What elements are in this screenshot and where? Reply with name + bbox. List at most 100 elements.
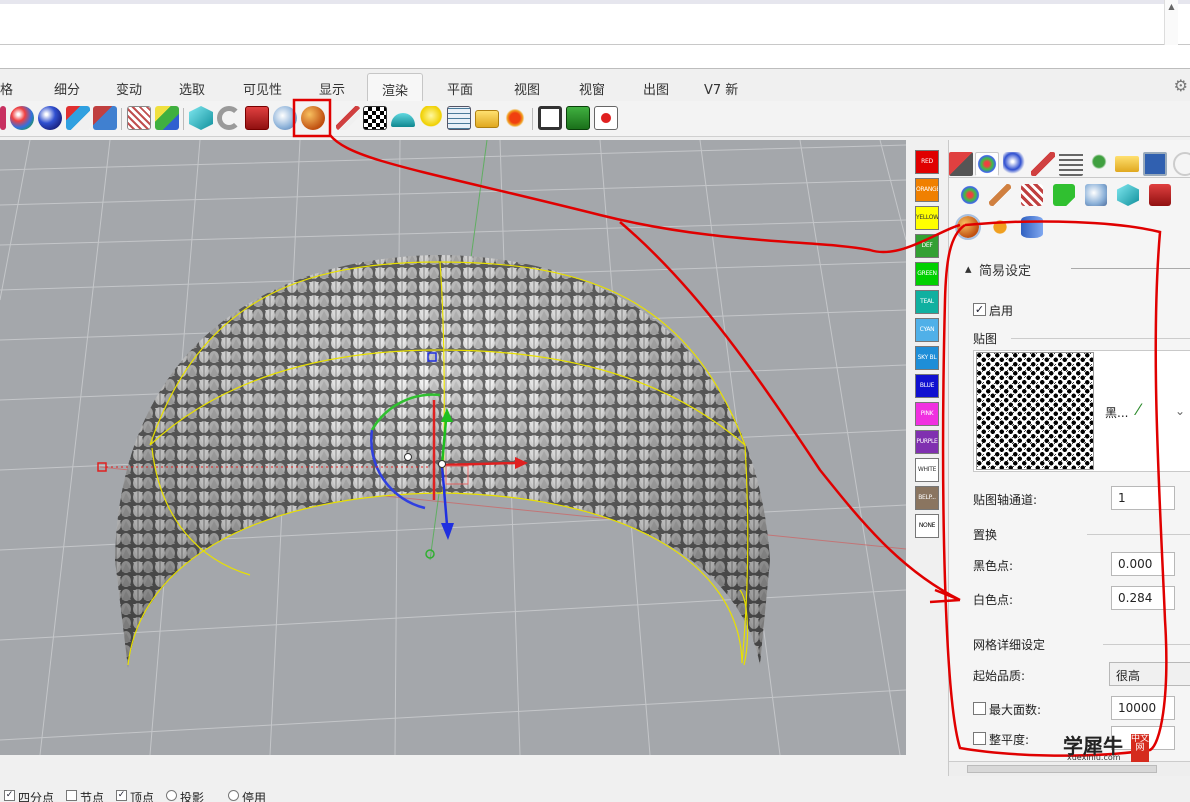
red-box-icon[interactable] (245, 106, 269, 130)
glass-icon[interactable] (273, 106, 297, 130)
displacement-icon[interactable] (955, 214, 981, 240)
smoothness-checkbox[interactable] (973, 732, 986, 745)
vertex-label: 顶点 (130, 791, 155, 802)
swatch-white[interactable]: WHITE (915, 458, 939, 482)
mesh-detail-label: 网格详细设定 (973, 638, 1046, 652)
swatch-orange[interactable]: ORANGE (915, 178, 939, 202)
fur-icon[interactable] (989, 216, 1011, 238)
gumball-center-icon[interactable] (438, 460, 446, 468)
swatch-belp[interactable]: BELP... (915, 486, 939, 510)
perspective-viewport[interactable] (0, 140, 906, 755)
swatch-yellow[interactable]: YELLOW (915, 206, 939, 230)
material-sphere-icon[interactable] (10, 106, 34, 130)
swatch-green[interactable]: GREEN (915, 262, 939, 286)
disable-radio[interactable] (228, 790, 239, 801)
folder-icon[interactable] (475, 110, 499, 128)
tab-viewport[interactable]: 视窗 (579, 79, 605, 101)
rhino-window: ▲ 格 细分 变动 选取 可见性 显示 渲染 平面 视图 视窗 出图 V7 新 … (0, 0, 1190, 802)
sun-icon[interactable] (503, 106, 527, 130)
tab-view[interactable]: 视图 (514, 79, 540, 101)
list-tab-icon[interactable] (1059, 152, 1083, 176)
textures-tab-icon[interactable] (1031, 152, 1055, 176)
glass-material-icon[interactable] (1085, 184, 1107, 206)
vertex-checkbox[interactable]: ✓ (116, 790, 127, 801)
texture-thumbnail[interactable] (976, 352, 1094, 470)
color-wheel-icon[interactable] (959, 184, 981, 206)
swatch-pink[interactable]: PINK (915, 402, 939, 426)
film-icon[interactable] (538, 106, 562, 130)
swatch-default[interactable]: DEF (915, 234, 939, 258)
color-cube-icon[interactable] (155, 106, 179, 130)
teal-cube-material-icon[interactable] (1117, 184, 1139, 206)
render-settings-icon[interactable] (93, 106, 117, 130)
swatch-cyan[interactable]: CYAN (915, 318, 939, 342)
gear-icon[interactable]: ⚙ (1174, 76, 1188, 95)
quad-checkbox[interactable]: ✓ (4, 790, 15, 801)
light-bulb-icon[interactable] (419, 106, 443, 130)
files-tab-icon[interactable] (1115, 156, 1139, 172)
help-tab-icon[interactable] (1143, 152, 1167, 176)
camera-target-icon[interactable] (127, 106, 151, 130)
max-faces-field[interactable]: 10000 (1111, 696, 1175, 720)
environment-tab-icon[interactable] (1003, 152, 1027, 176)
project-radio[interactable] (166, 790, 177, 801)
tab-v7-new[interactable]: V7 新 (704, 79, 738, 101)
pattern-icon[interactable] (1021, 184, 1043, 206)
red-box-material-icon[interactable] (1149, 184, 1171, 206)
render-preview-icon[interactable] (66, 106, 90, 130)
move-z-arrowhead-icon[interactable] (441, 523, 454, 540)
table-grid-icon[interactable] (447, 106, 471, 130)
swatch-blue[interactable]: BLUE (915, 374, 939, 398)
materials-tab-icon[interactable] (975, 152, 999, 176)
toolbar-separator (121, 108, 122, 130)
render-sphere-icon[interactable] (38, 106, 62, 130)
enable-checkbox[interactable]: ✓ (973, 303, 986, 316)
tab-select[interactable]: 选取 (179, 79, 205, 101)
scroll-up-icon[interactable]: ▲ (1165, 0, 1178, 14)
watermark-url: xuexiniu.com (1067, 753, 1121, 762)
sticky-note-icon[interactable] (1053, 184, 1075, 206)
tab-layout[interactable]: 出图 (643, 79, 669, 101)
displacement-label: 置换 (973, 528, 998, 542)
displacement-ball-icon[interactable] (301, 106, 325, 130)
mapping-channel-field[interactable]: 1 (1111, 486, 1175, 510)
swatch-none[interactable]: NONE (915, 514, 939, 538)
scrollbar-thumb[interactable] (967, 765, 1157, 773)
black-point-field[interactable]: 0.000 (1111, 552, 1175, 576)
command-line-input[interactable] (0, 45, 1190, 69)
layers-tab-icon[interactable] (949, 152, 973, 176)
tab-display[interactable]: 显示 (319, 79, 345, 101)
record-icon[interactable] (594, 106, 618, 130)
edit-pencil-icon[interactable]: ⁄ (1137, 400, 1140, 419)
knot-checkbox[interactable] (66, 790, 77, 801)
cylinder-icon[interactable] (1021, 216, 1043, 238)
tool-partial-icon[interactable] (0, 106, 6, 130)
dome-icon[interactable] (391, 113, 415, 127)
section-toggle-icon[interactable]: ▴ (965, 262, 972, 277)
tab-visibility[interactable]: 可见性 (243, 79, 282, 101)
swatch-purple[interactable]: PURPLE (915, 430, 939, 454)
max-faces-checkbox[interactable] (973, 702, 986, 715)
white-point-field[interactable]: 0.284 (1111, 586, 1175, 610)
swatch-sky-blue[interactable]: SKY BL (915, 346, 939, 370)
panel-gear-icon[interactable] (1173, 152, 1190, 176)
tab-plane[interactable]: 平面 (447, 79, 473, 101)
swatch-red[interactable]: RED (915, 150, 939, 174)
teal-cube-icon[interactable] (189, 106, 213, 130)
disable-label: 停用 (242, 791, 267, 802)
texture-dropdown-chevron-icon[interactable]: ⌄ (1175, 404, 1185, 418)
gumball-scale-point-icon[interactable] (404, 453, 412, 461)
start-quality-select[interactable]: 很高 (1109, 662, 1190, 686)
tab-render[interactable]: 渲染 (367, 73, 424, 101)
torus-icon[interactable] (217, 106, 241, 130)
play-render-icon[interactable] (566, 106, 590, 130)
tab-transform[interactable]: 变动 (116, 79, 142, 101)
checker-icon[interactable] (363, 106, 387, 130)
command-history-scrollbar[interactable]: ▲ (1164, 0, 1178, 45)
brush-icon[interactable] (336, 106, 360, 130)
tab-subdivision[interactable]: 细分 (54, 79, 80, 101)
swatch-teal[interactable]: TEAL (915, 290, 939, 314)
tree-tab-icon[interactable] (1087, 152, 1111, 176)
tab-grid[interactable]: 格 (0, 79, 13, 101)
paint-brush-icon[interactable] (989, 184, 1011, 206)
